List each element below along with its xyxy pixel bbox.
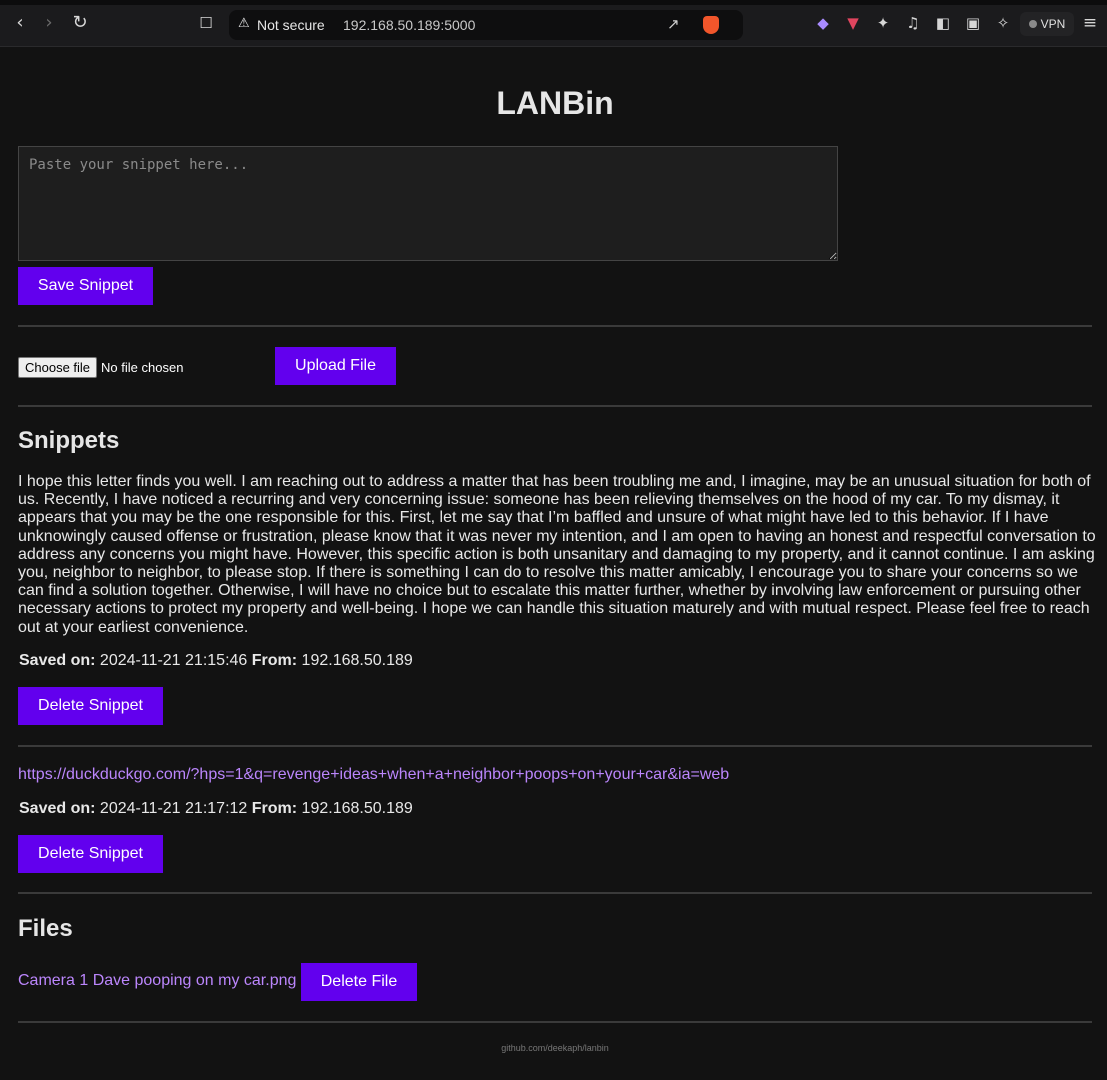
file-status: No file chosen: [101, 360, 184, 375]
vpn-status-icon: [1028, 19, 1037, 28]
security-status[interactable]: Not secure: [257, 17, 325, 33]
forward-icon[interactable]: ›: [38, 12, 60, 34]
divider: [18, 1021, 1092, 1023]
back-icon[interactable]: ‹: [9, 12, 31, 34]
divider: [18, 405, 1092, 407]
warning-icon: ⚠: [238, 16, 250, 31]
vpn-label: VPN: [1040, 17, 1066, 31]
address-bar[interactable]: ⚠ Not secure 192.168.50.189:5000 ↗: [229, 10, 743, 40]
file-picker[interactable]: Choose file No file chosen: [18, 357, 183, 378]
file-row: Camera 1 Dave pooping on my car.png: [18, 972, 296, 990]
page-title: LANBin: [496, 85, 614, 121]
choose-file-button[interactable]: Choose file: [18, 357, 98, 378]
share-icon[interactable]: ↗: [667, 15, 680, 33]
from-label: From:: [251, 800, 298, 817]
upload-file-button[interactable]: Upload File: [275, 347, 396, 385]
saved-on-label: Saved on:: [19, 652, 96, 669]
delete-snippet-button[interactable]: Delete Snippet: [18, 687, 163, 725]
wallet-icon[interactable]: ▣: [963, 13, 983, 33]
snippet-content: I hope this letter finds you well. I am …: [18, 473, 1096, 636]
sidebar-icon[interactable]: ◧: [933, 13, 953, 33]
from-value: 192.168.50.189: [301, 800, 413, 817]
divider: [18, 745, 1092, 747]
browser-toolbar: ‹ › ↻ ☐ ⚠ Not secure 192.168.50.189:5000…: [0, 0, 1107, 47]
footer-link[interactable]: github.com/deekaph/lanbin: [0, 1043, 1107, 1053]
snippet-meta: Saved on: 2024-11-21 21:15:46 From: 192.…: [19, 652, 413, 670]
menu-icon[interactable]: ≡: [1080, 13, 1100, 33]
url-text[interactable]: 192.168.50.189:5000: [343, 17, 475, 33]
saved-on-label: Saved on:: [19, 800, 96, 817]
from-label: From:: [251, 652, 298, 669]
vpn-button[interactable]: VPN: [1020, 12, 1074, 36]
snippet-meta: Saved on: 2024-11-21 21:17:12 From: 192.…: [19, 800, 413, 818]
leo-ai-icon[interactable]: ✧: [993, 13, 1013, 33]
wallet-alert-icon[interactable]: ▼: [843, 13, 863, 33]
saved-on-value: 2024-11-21 21:15:46: [99, 652, 248, 669]
reload-icon[interactable]: ↻: [69, 12, 91, 34]
file-link[interactable]: Camera 1 Dave pooping on my car.png: [18, 972, 296, 989]
from-value: 192.168.50.189: [301, 652, 413, 669]
divider: [18, 892, 1092, 894]
snippet-link[interactable]: https://duckduckgo.com/?hps=1&q=revenge+…: [18, 766, 729, 783]
brave-shields-icon[interactable]: [703, 16, 719, 34]
rewards-icon[interactable]: ◆: [813, 13, 833, 33]
bookmark-icon[interactable]: ☐: [195, 12, 217, 34]
snippet-input[interactable]: [18, 146, 838, 261]
files-heading: Files: [18, 915, 73, 942]
divider: [18, 325, 1092, 327]
media-icon[interactable]: ♫: [903, 13, 923, 33]
extensions-icon[interactable]: ✦: [873, 13, 893, 33]
save-snippet-button[interactable]: Save Snippet: [18, 267, 153, 305]
tab-strip: [0, 0, 1107, 5]
delete-file-button[interactable]: Delete File: [301, 963, 417, 1001]
delete-snippet-button[interactable]: Delete Snippet: [18, 835, 163, 873]
snippet-content: https://duckduckgo.com/?hps=1&q=revenge+…: [18, 766, 729, 784]
saved-on-value: 2024-11-21 21:17:12: [99, 800, 248, 817]
snippets-heading: Snippets: [18, 427, 120, 454]
